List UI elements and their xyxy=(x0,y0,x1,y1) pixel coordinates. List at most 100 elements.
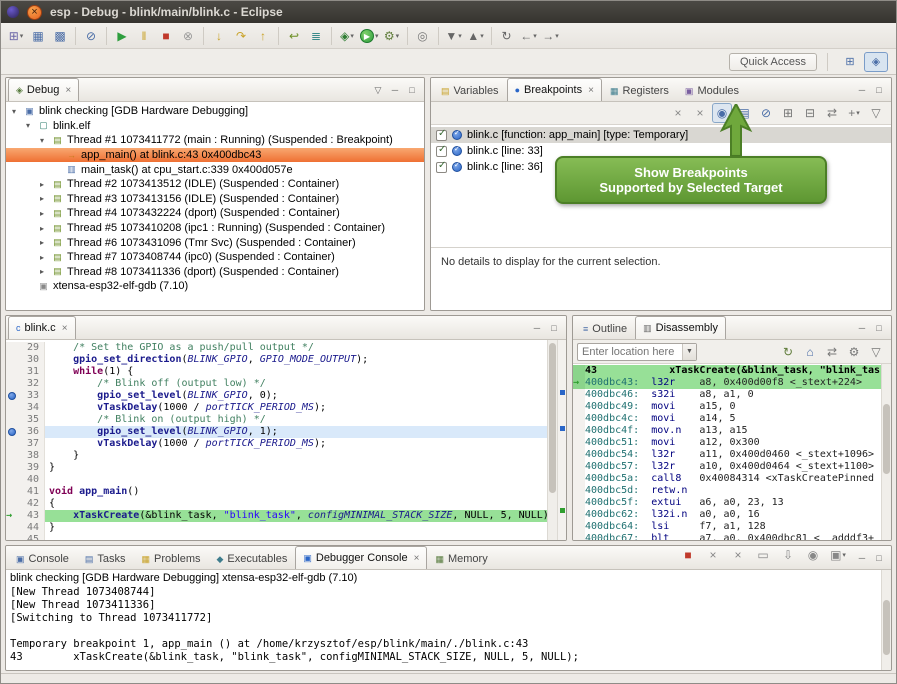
disconnect-button[interactable]: ⊗ xyxy=(178,26,198,46)
scrollbar-thumb[interactable] xyxy=(883,404,890,474)
debug-tree-item[interactable]: blink.elf xyxy=(6,119,424,134)
disassembly-line[interactable]: 400dbc5f: extui a6, a0, 23, 13 xyxy=(573,497,881,509)
gutter-marker[interactable] xyxy=(6,486,19,498)
debug-tree-item[interactable]: xtensa-esp32-elf-gdb (7.10) xyxy=(6,279,424,294)
gutter-marker[interactable] xyxy=(6,342,19,354)
suspend-button[interactable]: ‖ xyxy=(134,26,154,46)
tab-variables[interactable]: ▤Variables xyxy=(433,80,507,101)
close-tab-icon[interactable]: × xyxy=(588,85,594,96)
code-line[interactable]: 31 while(1) { xyxy=(6,366,547,378)
console-terminate-button[interactable]: ■ xyxy=(678,545,698,565)
code-line[interactable]: 33 gpio_set_level(BLINK_GPIO, 0); xyxy=(6,390,547,402)
close-tab-icon[interactable]: × xyxy=(414,553,420,564)
refresh-button[interactable]: ↻ xyxy=(778,342,798,362)
disassembly-line[interactable]: 400dbc57: l32r a10, 0x400d0464 <_stext+1… xyxy=(573,461,881,473)
tab-registers[interactable]: ▦Registers xyxy=(602,80,677,101)
tab-disassembly[interactable]: ▥Disassembly xyxy=(635,316,726,339)
breakpoint-checkbox[interactable] xyxy=(436,162,447,173)
maximize-button[interactable] xyxy=(547,321,561,335)
tab-tasks[interactable]: ▤Tasks xyxy=(77,548,134,569)
disassembly-line[interactable]: 400dbc64: lsi f7, a1, 128 xyxy=(573,521,881,533)
expand-toggle-icon[interactable] xyxy=(26,121,37,130)
disassembly-settings-button[interactable]: ⚙ xyxy=(844,342,864,362)
debug-tree-item[interactable]: Thread #6 1073431096 (Tmr Svc) (Suspende… xyxy=(6,235,424,250)
debug-tree-item[interactable]: Thread #4 1073432224 (dport) (Suspended … xyxy=(6,206,424,221)
overview-ruler[interactable] xyxy=(557,340,566,540)
disassembly-line[interactable]: 400dbc54: l32r a11, 0x400d0460 <_stext+1… xyxy=(573,449,881,461)
gutter-marker[interactable] xyxy=(6,474,19,486)
instruction-stepping-button[interactable]: ≣ xyxy=(306,26,326,46)
code-line[interactable]: 30 gpio_set_direction(BLINK_GPIO, GPIO_M… xyxy=(6,354,547,366)
resume-button[interactable]: ▶ xyxy=(112,26,132,46)
editor-vertical-scrollbar[interactable] xyxy=(547,340,557,540)
tab-memory[interactable]: ▦Memory xyxy=(427,548,495,569)
home-button[interactable]: ⌂ xyxy=(800,342,820,362)
tab-console[interactable]: ▣Console xyxy=(8,548,77,569)
link-with-active-context-button[interactable]: ⇄ xyxy=(822,342,842,362)
breakpoint-checkbox[interactable] xyxy=(436,130,447,141)
close-tab-icon[interactable]: × xyxy=(65,85,71,96)
expand-toggle-icon[interactable] xyxy=(12,107,23,116)
skip-all-breakpoints-button[interactable]: ⊘ xyxy=(756,103,776,123)
scrollbar-thumb[interactable] xyxy=(883,600,890,655)
scroll-lock-button[interactable]: ⇩ xyxy=(778,545,798,565)
collapse-all-button[interactable]: ⊟ xyxy=(800,103,820,123)
gutter-marker[interactable] xyxy=(6,366,19,378)
minimize-button[interactable] xyxy=(530,321,544,335)
disassembly-line[interactable]: 400dbc5d: retw.n xyxy=(573,485,881,497)
expand-toggle-icon[interactable] xyxy=(40,253,51,262)
disassembly-line[interactable]: 400dbc4f: mov.n a13, a15 xyxy=(573,425,881,437)
debug-tree-item[interactable]: Thread #2 1073413512 (IDLE) (Suspended :… xyxy=(6,177,424,192)
breakpoint-overview-mark[interactable] xyxy=(560,426,565,431)
step-return-button[interactable]: ↑ xyxy=(253,26,273,46)
minimize-button[interactable] xyxy=(855,83,869,97)
search-button[interactable]: ◎ xyxy=(413,26,433,46)
location-input[interactable] xyxy=(578,346,682,358)
debug-tree-item[interactable]: Thread #7 1073408744 (ipc0) (Suspended :… xyxy=(6,250,424,265)
disassembly-line[interactable]: 400dbc46: s32i a8, a1, 0 xyxy=(573,389,881,401)
gutter-marker[interactable] xyxy=(6,402,19,414)
console-output[interactable]: blink checking [GDB Hardware Debugging] … xyxy=(6,570,881,670)
disassembly-line[interactable]: 43 xTaskCreate(&blink_task, "blink_tas xyxy=(573,365,881,377)
clear-console-button[interactable]: ▭ xyxy=(753,545,773,565)
debug-tree-item[interactable]: Thread #8 1073411336 (dport) (Suspended … xyxy=(6,265,424,280)
code-line[interactable]: 32 /* Blink off (output low) */ xyxy=(6,378,547,390)
remove-breakpoint-button[interactable]: × xyxy=(668,103,688,123)
expand-toggle-icon[interactable] xyxy=(40,136,51,145)
code-line[interactable]: 45 xyxy=(6,534,547,540)
debug-tree-item[interactable]: app_main() at blink.c:43 0x400dbc43 xyxy=(6,148,424,163)
gutter-marker[interactable]: → xyxy=(6,510,19,522)
maximize-button[interactable] xyxy=(872,551,886,565)
open-perspective-button[interactable]: ⊞ xyxy=(838,52,862,72)
debug-tree-item[interactable]: Thread #5 1073410208 (ipc1 : Running) (S… xyxy=(6,221,424,236)
pin-console-button[interactable]: ◉ xyxy=(803,545,823,565)
tab-debugger-console[interactable]: ▣Debugger Console× xyxy=(295,546,427,569)
gutter-marker[interactable] xyxy=(6,354,19,366)
code-line[interactable]: 44} xyxy=(6,522,547,534)
expand-toggle-icon[interactable] xyxy=(40,180,51,189)
tab-executables[interactable]: ◆Executables xyxy=(209,548,296,569)
code-line[interactable]: 37 vTaskDelay(1000 / portTICK_PERIOD_MS)… xyxy=(6,438,547,450)
expand-toggle-icon[interactable] xyxy=(40,238,51,247)
expand-toggle-icon[interactable] xyxy=(40,209,51,218)
minimize-button[interactable] xyxy=(855,321,869,335)
gutter-marker[interactable] xyxy=(6,378,19,390)
forward-button[interactable]: → xyxy=(541,26,561,46)
add-breakpoint-button[interactable]: + xyxy=(844,103,864,123)
breakpoint-checkbox[interactable] xyxy=(436,146,447,157)
gutter-marker[interactable] xyxy=(6,498,19,510)
save-button[interactable]: ▦ xyxy=(28,26,48,46)
minimize-button[interactable] xyxy=(388,83,402,97)
tab-modules[interactable]: ▣Modules xyxy=(677,80,747,101)
remove-launch-button[interactable]: × xyxy=(703,545,723,565)
step-into-button[interactable]: ↓ xyxy=(209,26,229,46)
skip-all-breakpoints-button[interactable]: ⊘ xyxy=(81,26,101,46)
code-line[interactable]: 34 vTaskDelay(1000 / portTICK_PERIOD_MS)… xyxy=(6,402,547,414)
code-line[interactable]: 36 gpio_set_level(BLINK_GPIO, 1); xyxy=(6,426,547,438)
console-vertical-scrollbar[interactable] xyxy=(881,570,891,670)
tab-debug[interactable]: ◈Debug× xyxy=(8,78,79,101)
code-line[interactable]: 38 } xyxy=(6,450,547,462)
step-over-button[interactable]: ↷ xyxy=(231,26,251,46)
scrollbar-thumb[interactable] xyxy=(549,343,556,493)
disassembly-line[interactable]: 400dbc5a: call8 0x40084314 <xTaskCreateP… xyxy=(573,473,881,485)
